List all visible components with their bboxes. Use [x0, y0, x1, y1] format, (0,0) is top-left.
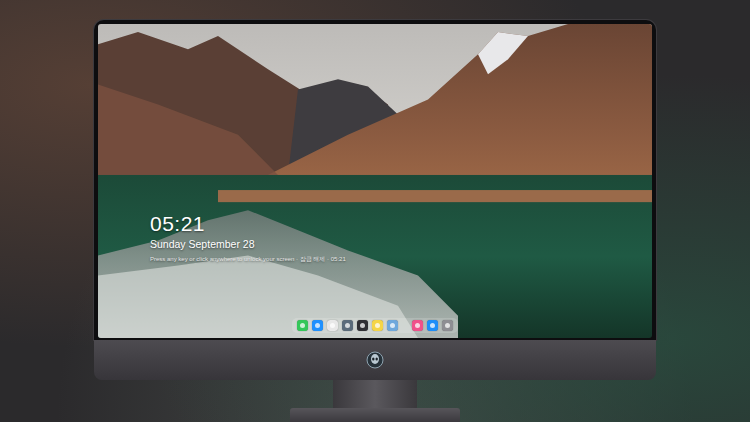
monitor-stand-neck: [333, 380, 417, 408]
dock-glyph-icon: [445, 323, 450, 328]
dock-glyph-icon: [375, 323, 380, 328]
unlock-hint: Press any key or click anywhere to unloc…: [150, 256, 346, 264]
dock-glyph-icon: [415, 323, 420, 328]
monitor-chin: [94, 340, 656, 380]
wallpaper-photo: [98, 24, 652, 338]
dock-app-icon[interactable]: [312, 320, 323, 331]
dock-glyph-icon: [345, 323, 350, 328]
lock-screen[interactable]: 05:21 Sunday September 28 Press any key …: [98, 24, 652, 338]
dock-glyph-icon: [430, 323, 435, 328]
dock-app-icon[interactable]: [297, 320, 308, 331]
brand-logo-icon: [366, 351, 384, 369]
clock-date: Sunday September 28: [150, 238, 346, 252]
clock-time: 05:21: [150, 212, 346, 235]
desktop-scene: 05:21 Sunday September 28 Press any key …: [0, 0, 750, 422]
dock-glyph-icon: [330, 323, 335, 328]
dock-others: [412, 320, 453, 331]
dock-glyph-icon: [360, 323, 365, 328]
dock-apps: [297, 320, 398, 331]
dock-glyph-icon: [390, 323, 395, 328]
dock-app-icon[interactable]: [342, 320, 353, 331]
dock-app-icon[interactable]: [427, 320, 438, 331]
dock-app-icon[interactable]: [357, 320, 368, 331]
monitor-stand-base: [290, 408, 460, 422]
dock-glyph-icon: [300, 323, 305, 328]
dock-app-icon[interactable]: [327, 320, 338, 331]
monitor-screen-frame: 05:21 Sunday September 28 Press any key …: [94, 20, 656, 340]
dock-app-icon[interactable]: [412, 320, 423, 331]
dock-app-icon[interactable]: [442, 320, 453, 331]
dock-glyph-icon: [315, 323, 320, 328]
dock-app-icon[interactable]: [387, 320, 398, 331]
lock-clock: 05:21 Sunday September 28 Press any key …: [150, 212, 346, 264]
dock-app-icon[interactable]: [372, 320, 383, 331]
dock: [292, 318, 458, 333]
